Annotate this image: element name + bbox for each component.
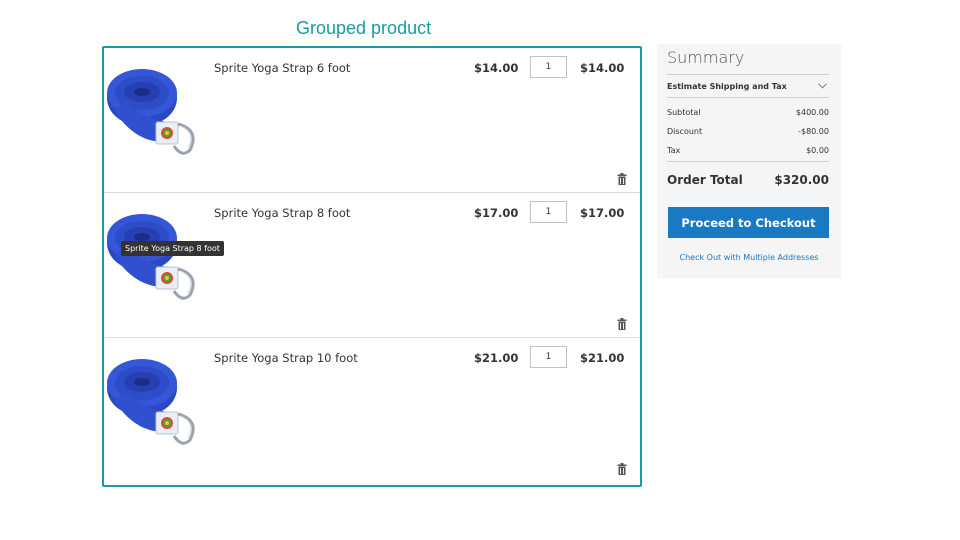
order-total-line: Order Total $320.00: [667, 161, 829, 195]
subtotal-line: Subtotal $400.00: [667, 108, 829, 122]
multiple-addresses-link[interactable]: Check Out with Multiple Addresses: [657, 253, 841, 262]
trash-icon[interactable]: [617, 318, 627, 330]
estimate-shipping-label: Estimate Shipping and Tax: [667, 82, 787, 91]
quantity-input[interactable]: [530, 346, 567, 368]
item-subtotal: $14.00: [580, 61, 625, 75]
trash-icon[interactable]: [617, 173, 627, 185]
cart-item-row: Sprite Yoga Strap 8 foot Sprite Yoga Str…: [104, 193, 640, 338]
order-total-label: Order Total: [667, 173, 743, 187]
item-price: $21.00: [474, 351, 519, 365]
discount-line: Discount -$80.00: [667, 127, 829, 141]
product-name-link[interactable]: Sprite Yoga Strap 8 foot: [214, 206, 350, 220]
item-price: $14.00: [474, 61, 519, 75]
subtotal-label: Subtotal: [667, 108, 701, 117]
product-tooltip: Sprite Yoga Strap 8 foot: [121, 241, 224, 256]
summary-title: Summary: [667, 48, 745, 67]
product-name-link[interactable]: Sprite Yoga Strap 10 foot: [214, 351, 358, 365]
item-subtotal: $21.00: [580, 351, 625, 365]
order-total-value: $320.00: [774, 173, 829, 187]
quantity-input[interactable]: [530, 56, 567, 78]
chevron-down-icon: [818, 83, 827, 89]
discount-value: -$80.00: [798, 127, 829, 136]
item-price: $17.00: [474, 206, 519, 220]
order-summary: Summary Estimate Shipping and Tax Subtot…: [657, 44, 841, 278]
tax-label: Tax: [667, 146, 681, 155]
tax-line: Tax $0.00: [667, 146, 829, 160]
product-image[interactable]: [104, 60, 204, 160]
product-name-link[interactable]: Sprite Yoga Strap 6 foot: [214, 61, 350, 75]
quantity-input[interactable]: [530, 201, 567, 223]
item-subtotal: $17.00: [580, 206, 625, 220]
trash-icon[interactable]: [617, 463, 627, 475]
page-caption: Grouped product: [296, 18, 432, 38]
product-image[interactable]: [104, 350, 204, 450]
cart-item-row: Sprite Yoga Strap 6 foot $14.00 $14.00: [104, 48, 640, 193]
proceed-to-checkout-button[interactable]: Proceed to Checkout: [668, 207, 829, 238]
cart-item-row: Sprite Yoga Strap 10 foot $21.00 $21.00: [104, 338, 640, 483]
tax-value: $0.00: [806, 146, 829, 155]
grouped-product-box: Sprite Yoga Strap 6 foot $14.00 $14.00 S…: [102, 46, 642, 487]
estimate-shipping-toggle[interactable]: Estimate Shipping and Tax: [667, 74, 829, 98]
discount-label: Discount: [667, 127, 703, 136]
subtotal-value: $400.00: [795, 108, 829, 117]
